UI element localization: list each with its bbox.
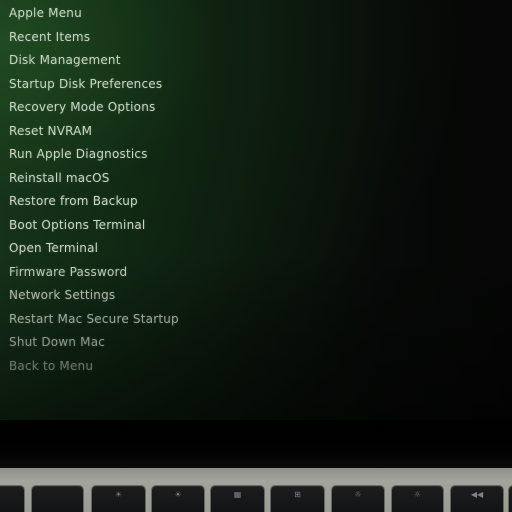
screen-bezel bbox=[0, 420, 512, 468]
brightness-up-icon: ☀ bbox=[174, 490, 182, 499]
menu-item[interactable]: Reset NVRAM bbox=[0, 120, 205, 144]
menu-item[interactable]: Recovery Mode Options bbox=[0, 96, 205, 120]
menu-item[interactable]: Back to Menu bbox=[0, 355, 205, 379]
menu-item[interactable]: Restart Mac Secure Startup bbox=[0, 308, 205, 332]
keyboard-key[interactable]: ▦ bbox=[211, 486, 264, 512]
menu-item[interactable]: Restore from Backup bbox=[0, 190, 205, 214]
keyboard-key[interactable]: ☼ bbox=[392, 486, 443, 512]
keyboard-key[interactable]: ☀ bbox=[92, 486, 145, 512]
menu-item[interactable]: Open Terminal bbox=[0, 237, 205, 261]
menu-item[interactable]: Apple Menu bbox=[0, 2, 205, 26]
keyboard-key[interactable] bbox=[32, 486, 83, 512]
function-key-row: ☀ ☀ ▦ ⊞ ☼ ☼ ◀◀ ▶▶ bbox=[0, 486, 512, 512]
menu-item[interactable]: Shut Down Mac bbox=[0, 331, 205, 355]
keyboard-key[interactable]: ◀◀ bbox=[451, 486, 503, 512]
keyboard-key[interactable]: ☀ bbox=[152, 486, 204, 512]
brightness-down-icon: ☀ bbox=[114, 490, 123, 499]
menu-item[interactable]: Run Apple Diagnostics bbox=[0, 143, 205, 167]
menu-item[interactable]: Firmware Password bbox=[0, 261, 205, 285]
keyboard-light-up-icon: ☼ bbox=[413, 490, 422, 499]
boot-menu-list: Apple Menu Recent Items Disk Management … bbox=[0, 0, 205, 410]
menu-item[interactable]: Recent Items bbox=[0, 26, 205, 50]
menu-item[interactable]: Boot Options Terminal bbox=[0, 214, 205, 238]
keyboard-key[interactable]: ☼ bbox=[332, 486, 384, 512]
keyboard-key[interactable]: ⊞ bbox=[271, 486, 324, 512]
launchpad-icon: ⊞ bbox=[294, 490, 301, 499]
laptop: Apple Menu Recent Items Disk Management … bbox=[0, 0, 512, 512]
menu-item[interactable]: Disk Management bbox=[0, 49, 205, 73]
mission-control-icon: ▦ bbox=[233, 490, 242, 499]
keyboard-light-down-icon: ☼ bbox=[354, 490, 362, 499]
menu-item[interactable]: Startup Disk Preferences bbox=[0, 73, 205, 97]
rewind-icon: ◀◀ bbox=[470, 490, 484, 499]
laptop-screen: Apple Menu Recent Items Disk Management … bbox=[0, 0, 512, 420]
menu-item[interactable]: Network Settings bbox=[0, 284, 205, 308]
menu-item[interactable]: Reinstall macOS bbox=[0, 167, 205, 191]
keyboard-key[interactable] bbox=[0, 486, 24, 512]
